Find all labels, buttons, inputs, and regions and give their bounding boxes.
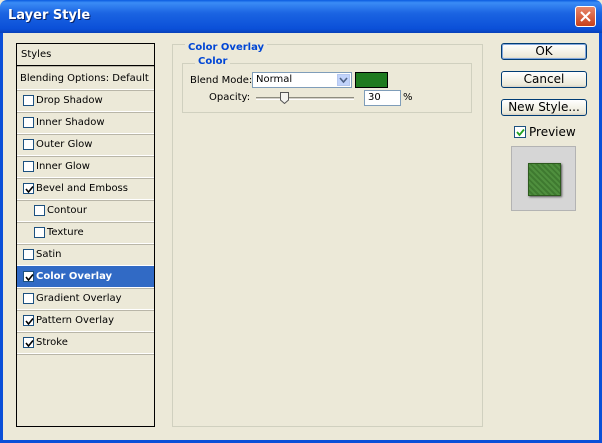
checkmark-icon	[25, 185, 34, 194]
window-title: Layer Style	[8, 8, 91, 23]
style-item-label: Contour	[47, 205, 87, 216]
blend-mode-select[interactable]: Normal	[252, 72, 352, 88]
style-item-inner-shadow[interactable]: Inner Shadow	[17, 112, 154, 134]
style-checkbox[interactable]	[23, 271, 34, 282]
opacity-label: Opacity:	[209, 92, 251, 103]
style-checkbox[interactable]	[23, 337, 34, 348]
color-subgroup	[182, 63, 472, 113]
cancel-button[interactable]: Cancel	[501, 71, 587, 88]
blending-options-item[interactable]: Blending Options: Default	[17, 68, 154, 90]
style-checkbox[interactable]	[34, 227, 45, 238]
close-icon	[580, 11, 591, 22]
checkmark-icon	[25, 339, 34, 348]
opacity-slider-track[interactable]	[256, 97, 354, 100]
style-checkbox[interactable]	[23, 117, 34, 128]
style-checkbox[interactable]	[23, 139, 34, 150]
title-bar[interactable]: Layer Style	[0, 0, 602, 33]
style-item-inner-glow[interactable]: Inner Glow	[17, 156, 154, 178]
style-item-label: Outer Glow	[36, 139, 93, 150]
style-checkbox[interactable]	[34, 205, 45, 216]
color-overlay-title: Color Overlay	[185, 42, 268, 53]
style-item-label: Bevel and Emboss	[36, 183, 128, 194]
blend-mode-value: Normal	[256, 74, 293, 85]
style-item-label: Drop Shadow	[36, 95, 103, 106]
opacity-input[interactable]: 30	[364, 90, 401, 106]
styles-list: Styles Blending Options: Default Drop Sh…	[16, 43, 155, 427]
chevron-down-icon[interactable]	[337, 74, 350, 86]
style-item-outer-glow[interactable]: Outer Glow	[17, 134, 154, 156]
new-style-button[interactable]: New Style...	[501, 99, 587, 116]
preview-label: Preview	[529, 125, 576, 139]
style-checkbox[interactable]	[23, 95, 34, 106]
style-item-label: Inner Glow	[36, 161, 90, 172]
style-item-bevel-and-emboss[interactable]: Bevel and Emboss	[17, 178, 154, 200]
color-subgroup-title: Color	[195, 56, 231, 67]
style-checkbox[interactable]	[23, 161, 34, 172]
style-item-label: Inner Shadow	[36, 117, 105, 128]
style-item-satin[interactable]: Satin	[17, 244, 154, 266]
preview-checkbox[interactable]	[514, 126, 526, 138]
style-item-texture[interactable]: Texture	[17, 222, 154, 244]
close-button[interactable]	[575, 6, 596, 27]
overlay-color-swatch[interactable]	[355, 72, 388, 88]
style-item-label: Pattern Overlay	[36, 315, 115, 326]
preview-thumbnail	[511, 146, 576, 211]
percent-unit: %	[403, 92, 413, 103]
style-item-label: Stroke	[36, 337, 68, 348]
blend-mode-label: Blend Mode:	[190, 75, 253, 86]
checkmark-icon	[25, 273, 34, 282]
ok-button[interactable]: OK	[501, 43, 587, 60]
style-checkbox[interactable]	[23, 293, 34, 304]
style-item-color-overlay[interactable]: Color Overlay	[17, 266, 154, 288]
style-item-label: Satin	[36, 249, 62, 260]
style-item-stroke[interactable]: Stroke	[17, 332, 154, 354]
style-item-label: Color Overlay	[36, 271, 113, 282]
checkmark-icon	[25, 317, 34, 326]
checkmark-icon	[516, 128, 525, 137]
style-checkbox[interactable]	[23, 315, 34, 326]
style-checkbox[interactable]	[23, 249, 34, 260]
style-item-label: Gradient Overlay	[36, 293, 122, 304]
style-item-pattern-overlay[interactable]: Pattern Overlay	[17, 310, 154, 332]
styles-header-label: Styles	[21, 49, 52, 60]
preview-swatch	[528, 163, 561, 196]
blending-options-label: Blending Options: Default	[20, 73, 149, 84]
opacity-slider-thumb[interactable]	[280, 92, 289, 105]
style-item-label: Texture	[47, 227, 84, 238]
style-item-gradient-overlay[interactable]: Gradient Overlay	[17, 288, 154, 310]
styles-header[interactable]: Styles	[17, 44, 154, 66]
style-item-contour[interactable]: Contour	[17, 200, 154, 222]
style-checkbox[interactable]	[23, 183, 34, 194]
opacity-value: 30	[368, 92, 381, 103]
style-item-drop-shadow[interactable]: Drop Shadow	[17, 90, 154, 112]
